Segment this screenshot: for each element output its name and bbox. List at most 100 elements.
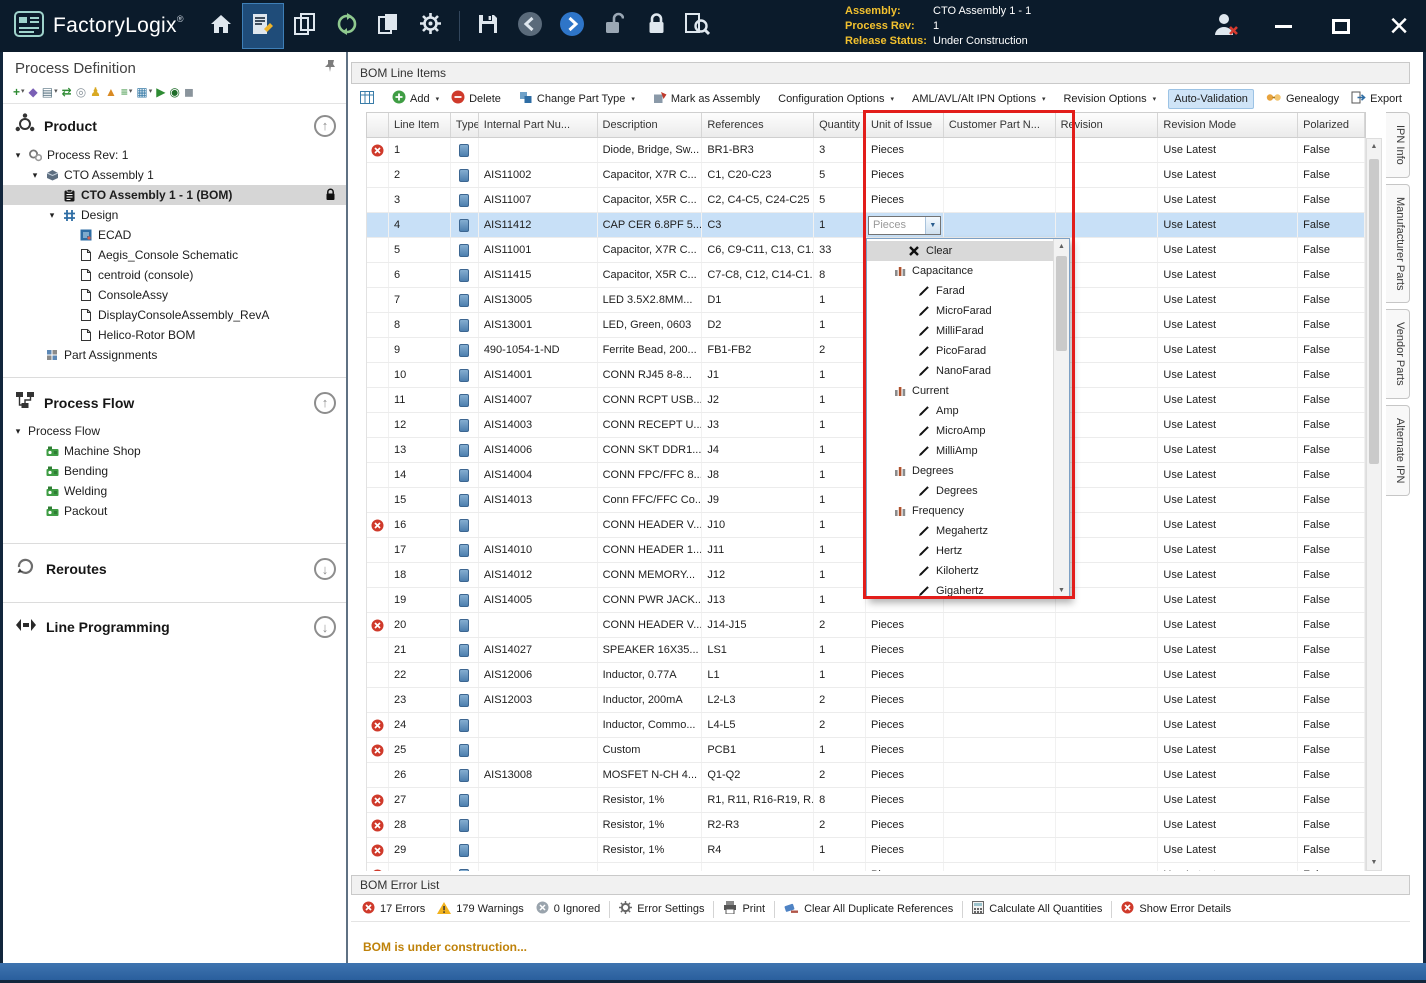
side-tab-manufacturer-parts[interactable]: Manufacturer Parts xyxy=(1386,184,1410,304)
dropdown-item-farad[interactable]: Farad xyxy=(867,281,1053,301)
user-icon[interactable]: ♟ xyxy=(90,86,101,98)
table-row-line-25[interactable]: 25CustomPCB11PiecesUse LatestFalse xyxy=(367,738,1365,763)
tree-item-welding[interactable]: Welding xyxy=(3,481,346,501)
dropdown-item-amp[interactable]: Amp xyxy=(867,401,1053,421)
tree-item-bending[interactable]: Bending xyxy=(3,461,346,481)
table-row-line-3[interactable]: 3AIS11007Capacitor, X5R C...C2, C4-C5, C… xyxy=(367,188,1365,213)
dropdown-item-current[interactable]: Current xyxy=(867,381,1053,401)
column-header-customer-part-n[interactable]: Customer Part N... xyxy=(944,113,1056,137)
expand-reroutes-icon[interactable]: ↓ xyxy=(314,558,336,580)
transfer-icon[interactable]: ⇄ xyxy=(62,86,72,98)
combobox-dropdown-button[interactable]: ▼ xyxy=(925,217,940,234)
print-icon[interactable]: ▤▾ xyxy=(42,86,58,98)
dropdown-item-microamp[interactable]: MicroAmp xyxy=(867,421,1053,441)
tree-item-design[interactable]: ▾Design xyxy=(3,205,346,225)
table-row-line-22[interactable]: 22AIS12006Inductor, 0.77AL11PiecesUse La… xyxy=(367,663,1365,688)
dropdown-scroll-down-icon[interactable]: ▼ xyxy=(1054,583,1069,598)
column-header-internal-part-nu[interactable]: Internal Part Nu... xyxy=(479,113,598,137)
scroll-up-icon[interactable]: ▲ xyxy=(1367,139,1381,154)
bom-editor-button[interactable] xyxy=(242,3,284,49)
table-row-line-23[interactable]: 23AIS12003Inductor, 200mAL2-L32PiecesUse… xyxy=(367,688,1365,713)
side-tab-ipn-info[interactable]: IPN Info xyxy=(1386,112,1410,178)
start-icon[interactable]: ▶ xyxy=(156,86,165,98)
dropdown-scroll-thumb[interactable] xyxy=(1056,256,1067,351)
product-section-header[interactable]: Product ↑ xyxy=(3,104,346,145)
genealogy-button[interactable]: Genealogy xyxy=(1260,87,1345,111)
change-part-type-button[interactable]: Change Part Type▾ xyxy=(513,87,641,111)
pin-icon[interactable] xyxy=(324,59,336,78)
navigate-forward-button[interactable] xyxy=(551,3,593,49)
process-flow-section-header[interactable]: Process Flow ↑ xyxy=(3,382,346,421)
dropdown-item-nanofarad[interactable]: NanoFarad xyxy=(867,361,1053,381)
17-errors-button[interactable]: 17 Errors xyxy=(356,899,431,919)
tree-item-centroid-console[interactable]: centroid (console) xyxy=(3,265,346,285)
close-button[interactable]: × xyxy=(1382,6,1416,46)
reroutes-section-header[interactable]: Reroutes ↓ xyxy=(3,548,346,588)
lock-button[interactable] xyxy=(635,3,677,49)
share-icon[interactable]: ◆ xyxy=(29,86,38,98)
dropdown-item-megahertz[interactable]: Megahertz xyxy=(867,521,1053,541)
table-row-line-27[interactable]: 27Resistor, 1%R1, R11, R16-R19, R...8Pie… xyxy=(367,788,1365,813)
tree-item-cto-assembly-1-1-bom[interactable]: CTO Assembly 1 - 1 (BOM) xyxy=(3,185,346,205)
home-button[interactable] xyxy=(200,3,242,49)
hierarchy-icon[interactable]: ≡▾ xyxy=(121,86,133,98)
delete-button[interactable]: Delete xyxy=(445,86,507,111)
settings-button[interactable] xyxy=(410,3,452,49)
dropdown-item-kilohertz[interactable]: Kilohertz xyxy=(867,561,1053,581)
dropdown-item-picofarad[interactable]: PicoFarad xyxy=(867,341,1053,361)
0-ignored-button[interactable]: 0 Ignored xyxy=(530,899,606,919)
dropdown-scroll-up-icon[interactable]: ▲ xyxy=(1054,239,1069,254)
dropdown-item-hertz[interactable]: Hertz xyxy=(867,541,1053,561)
scroll-down-icon[interactable]: ▼ xyxy=(1367,855,1381,870)
column-header-unit-of-issue[interactable]: Unit of Issue xyxy=(866,113,944,137)
column-header-references[interactable]: References xyxy=(702,113,814,137)
dropdown-item-degrees[interactable]: Degrees xyxy=(867,461,1053,481)
tree-item-packout[interactable]: Packout xyxy=(3,501,346,521)
process-documents-button[interactable] xyxy=(284,3,326,49)
dropdown-item-clear[interactable]: Clear xyxy=(867,241,1053,261)
table-row-line-26[interactable]: 26AIS13008MOSFET N-CH 4...Q1-Q22PiecesUs… xyxy=(367,763,1365,788)
navigate-back-button[interactable] xyxy=(509,3,551,49)
tree-item-aegis-console-schematic[interactable]: Aegis_Console Schematic xyxy=(3,245,346,265)
mark-as-assembly-button[interactable]: Mark as Assembly xyxy=(647,87,766,111)
table-row-line-20[interactable]: 20CONN HEADER V...J14-J152PiecesUse Late… xyxy=(367,613,1365,638)
dropdown-item-capacitance[interactable]: Capacitance xyxy=(867,261,1053,281)
unlock-button[interactable] xyxy=(593,3,635,49)
table-row-line-2[interactable]: 2AIS11002Capacitor, X7R C...C1, C20-C235… xyxy=(367,163,1365,188)
table-row-line-24[interactable]: 24Inductor, Commo...L4-L52PiecesUse Late… xyxy=(367,713,1365,738)
column-header-icon[interactable] xyxy=(367,113,389,137)
table-row-line-4[interactable]: 4AIS11412CAP CER 6.8PF 5...C31Pieces▼Use… xyxy=(367,213,1365,238)
179-warnings-button[interactable]: 179 Warnings xyxy=(431,900,529,919)
expander-icon[interactable]: ▾ xyxy=(13,150,23,161)
expand-line-programming-icon[interactable]: ↓ xyxy=(314,616,336,638)
export-button[interactable]: Export xyxy=(1345,87,1408,111)
collapse-process-flow-icon[interactable]: ↑ xyxy=(314,392,336,414)
tree-item-consoleassy[interactable]: ConsoleAssy xyxy=(3,285,346,305)
dropdown-item-degrees[interactable]: Degrees xyxy=(867,481,1053,501)
tree-item-cto-assembly-1[interactable]: ▾CTO Assembly 1 xyxy=(3,165,346,185)
tree-item-displayconsoleassembly-reva[interactable]: DisplayConsoleAssembly_RevA xyxy=(3,305,346,325)
dropdown-item-microfarad[interactable]: MicroFarad xyxy=(867,301,1053,321)
expander-icon[interactable]: ▾ xyxy=(47,210,57,221)
line-programming-section-header[interactable]: Line Programming ↓ xyxy=(3,607,346,645)
calculate-all-quantities-button[interactable]: Calculate All Quantities xyxy=(966,899,1108,919)
record-icon[interactable]: ◉ xyxy=(169,86,179,98)
tree-item-ecad[interactable]: ECAD xyxy=(3,225,346,245)
minimize-button[interactable] xyxy=(1266,6,1300,46)
tree-item-part-assignments[interactable]: Part Assignments xyxy=(3,345,346,365)
scroll-thumb[interactable] xyxy=(1369,159,1379,464)
tree-item-process-flow[interactable]: ▾Process Flow xyxy=(3,421,346,441)
revision-options-button[interactable]: Revision Options▾ xyxy=(1057,89,1162,109)
layout-options-button[interactable] xyxy=(354,87,380,111)
column-header-revision-mode[interactable]: Revision Mode xyxy=(1158,113,1298,137)
column-header-description[interactable]: Description xyxy=(598,113,703,137)
audit-search-button[interactable] xyxy=(677,3,719,49)
table-row-line-29[interactable]: 29Resistor, 1%R41PiecesUse LatestFalse xyxy=(367,838,1365,863)
maximize-button[interactable] xyxy=(1324,6,1358,46)
show-error-details-button[interactable]: Show Error Details xyxy=(1115,899,1237,919)
add-button[interactable]: Add▾ xyxy=(386,86,445,111)
dropdown-scrollbar[interactable]: ▲ ▼ xyxy=(1053,239,1069,598)
print-button[interactable]: Print xyxy=(717,899,771,919)
column-header-polarized[interactable]: Polarized xyxy=(1298,113,1365,137)
dropdown-item-gigahertz[interactable]: Gigahertz xyxy=(867,581,1053,598)
